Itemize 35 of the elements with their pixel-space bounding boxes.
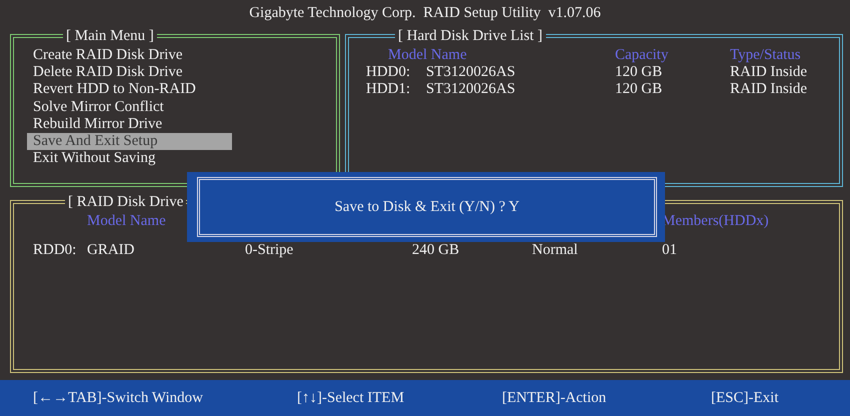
key-hint: [ESC]-Exit <box>711 390 778 406</box>
table-cell-text: HDD1: <box>366 81 412 98</box>
column-header: Model Name <box>388 47 468 64</box>
menu-item[interactable]: Save And Exit Setup <box>27 133 232 150</box>
menu-item[interactable]: Exit Without Saving <box>27 150 232 168</box>
table-cell-text: RDD0: <box>33 242 78 259</box>
table-cell-text: ST3120026AS <box>426 64 516 81</box>
panel-title: [ Hard Disk Drive List ] <box>397 27 544 45</box>
window-title: Gigabyte Technology Corp. RAID Setup Utility v1.07.06 <box>248 4 602 23</box>
table-cell-text: 240 GB <box>412 242 460 259</box>
menu-item[interactable]: Rebuild Mirror Drive <box>27 116 232 134</box>
key-hint: [←→TAB]-Switch Window <box>33 390 204 406</box>
column-header: Members(HDDx) <box>662 213 769 230</box>
key-hint: [↑↓]-Select ITEM <box>297 390 406 406</box>
panel-title: [ RAID Disk Drive <box>67 193 184 211</box>
table-cell-text: 120 GB <box>615 81 664 98</box>
table-cell-text: RAID Inside <box>730 81 808 98</box>
table-cell-text: ST3120026AS <box>426 81 516 98</box>
menu-item[interactable]: Create RAID Disk Drive <box>27 47 232 64</box>
table-cell-text: GRAID <box>87 242 136 259</box>
menu-item[interactable]: Solve Mirror Conflict <box>27 98 232 116</box>
table-cell-text: 0-Stripe <box>245 242 294 259</box>
dialog-message: Save to Disk & Exit (Y/N) ? Y <box>334 198 520 216</box>
column-header: Capacity <box>615 47 670 64</box>
table-cell-text: RAID Inside <box>730 64 808 81</box>
key-hint: [ENTER]-Action <box>502 390 608 406</box>
panel-title: [ Main Menu ] <box>65 27 155 45</box>
menu-item[interactable]: Delete RAID Disk Drive <box>27 64 232 82</box>
menu-item[interactable]: Revert HDD to Non-RAID <box>27 81 232 99</box>
column-header: Type/Status <box>730 47 801 64</box>
column-header: Model Name <box>87 213 167 230</box>
table-cell-text: HDD0: <box>366 64 412 81</box>
table-cell-text: 120 GB <box>615 64 664 81</box>
table-cell-text: 01 <box>662 242 678 259</box>
table-cell-text: Normal <box>532 242 579 259</box>
